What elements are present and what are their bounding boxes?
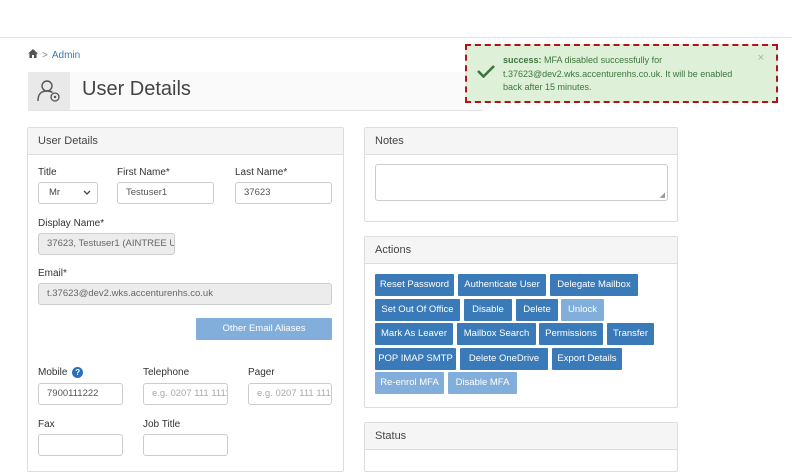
mobile-label: Mobile ? [38, 367, 84, 379]
job-title-label: Job Title [143, 419, 181, 430]
other-email-aliases-button[interactable]: Other Email Aliases [196, 318, 332, 340]
actions-panel: Actions Reset Password Authenticate User… [364, 236, 678, 408]
page-title: User Details [82, 78, 191, 100]
success-toast: success: MFA disabled successfully for t… [465, 44, 778, 103]
breadcrumb-separator: > [42, 49, 48, 61]
mark-as-leaver-button[interactable]: Mark As Leaver [375, 323, 453, 345]
fax-label: Fax [38, 419, 55, 430]
mailbox-search-button[interactable]: Mailbox Search [457, 323, 536, 345]
disable-button[interactable]: Disable [464, 299, 512, 321]
user-details-heading: User Details [28, 128, 343, 155]
display-name-label: Display Name* [38, 218, 105, 229]
first-name-input[interactable]: Testuser1 [117, 182, 214, 204]
last-name-label: Last Name* [235, 167, 288, 178]
toast-label: success: [503, 55, 542, 65]
actions-heading: Actions [365, 237, 677, 264]
disable-mfa-button[interactable]: Disable MFA [448, 372, 517, 394]
pager-label: Pager [248, 367, 275, 378]
toast-close-icon[interactable]: × [758, 52, 764, 64]
delete-button[interactable]: Delete [516, 299, 558, 321]
telephone-label: Telephone [143, 367, 190, 378]
transfer-button[interactable]: Transfer [607, 323, 654, 345]
home-icon[interactable] [28, 49, 38, 61]
breadcrumb: > Admin [28, 49, 80, 61]
email-input[interactable]: t.37623@dev2.wks.accenturenhs.co.uk [38, 283, 332, 305]
breadcrumb-admin-link[interactable]: Admin [52, 50, 80, 61]
page-header: User Details [28, 72, 483, 111]
status-panel: Status [364, 422, 678, 472]
status-heading: Status [365, 423, 677, 450]
toast-message: success: MFA disabled successfully for t… [503, 54, 748, 95]
first-name-label: First Name* [117, 167, 170, 178]
user-settings-icon [28, 72, 70, 110]
pop-imap-smtp-button[interactable]: POP IMAP SMTP [375, 348, 456, 370]
reset-password-button[interactable]: Reset Password [375, 274, 454, 296]
title-label: Title [38, 167, 57, 178]
resize-grip-icon[interactable]: ◢ [660, 191, 665, 199]
notes-heading: Notes [365, 128, 677, 155]
user-details-panel: User Details Title Mr First Name* Testus… [27, 127, 344, 472]
notes-textarea[interactable]: ◢ [375, 164, 668, 201]
re-enrol-mfa-button[interactable]: Re-enrol MFA [375, 372, 444, 394]
help-icon[interactable]: ? [72, 367, 84, 378]
check-icon [477, 64, 495, 83]
pager-input[interactable]: e.g. 0207 111 1111 [248, 383, 332, 405]
unlock-button[interactable]: Unlock [561, 299, 604, 321]
authenticate-user-button[interactable]: Authenticate User [458, 274, 546, 296]
notes-panel: Notes ◢ [364, 127, 678, 222]
top-divider [0, 37, 792, 38]
delete-onedrive-button[interactable]: Delete OneDrive [460, 348, 548, 370]
permissions-button[interactable]: Permissions [539, 323, 603, 345]
telephone-input[interactable]: e.g. 0207 111 1111 [143, 383, 228, 405]
fax-input[interactable] [38, 434, 123, 456]
mobile-input[interactable]: 7900111222 [38, 383, 123, 405]
delegate-mailbox-button[interactable]: Delegate Mailbox [550, 274, 638, 296]
job-title-input[interactable] [143, 434, 228, 456]
set-out-of-office-button[interactable]: Set Out Of Office [375, 299, 460, 321]
mobile-label-text: Mobile [38, 367, 68, 379]
display-name-input[interactable]: 37623, Testuser1 (AINTREE UI [38, 233, 175, 255]
export-details-button[interactable]: Export Details [552, 348, 622, 370]
chevron-down-icon [83, 183, 91, 210]
title-select[interactable]: Mr [38, 182, 98, 204]
title-select-value: Mr [49, 187, 61, 198]
last-name-input[interactable]: 37623 [235, 182, 332, 204]
email-label: Email* [38, 268, 67, 279]
